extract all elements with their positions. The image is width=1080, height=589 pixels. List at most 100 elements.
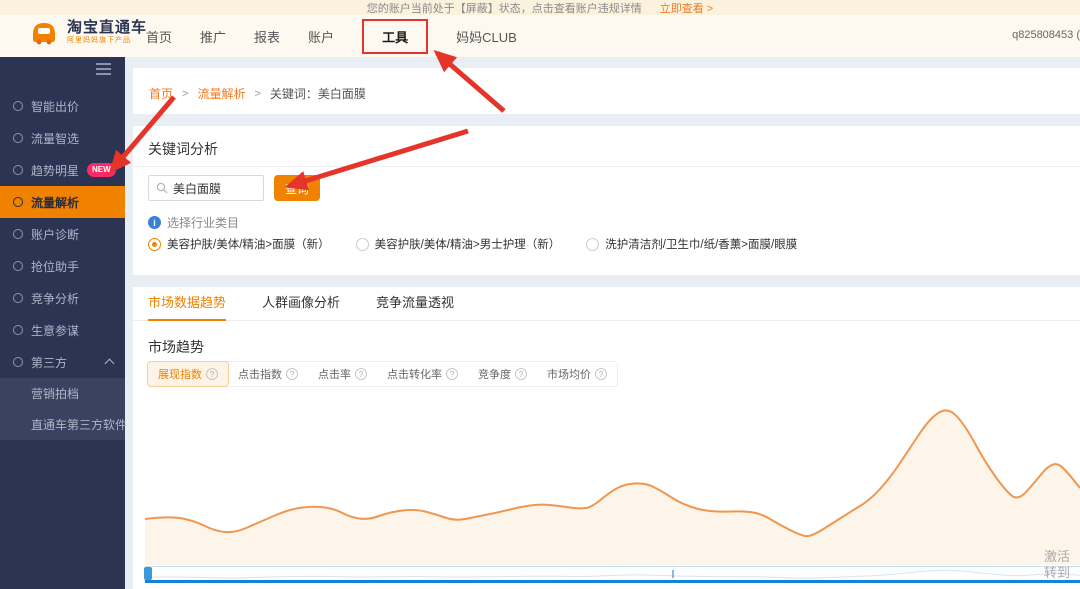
sidebar-item[interactable]: 抢位助手	[0, 250, 125, 282]
breadcrumb-link[interactable]: 流量解析	[197, 85, 245, 102]
radio-option[interactable]: 美容护肤/美体/精油>男士护理（新）	[356, 236, 561, 252]
sidebar-item-label: 抢位助手	[31, 258, 79, 275]
slider-mini-line	[145, 570, 1080, 578]
info-icon: i	[148, 216, 161, 229]
help-icon[interactable]: ?	[206, 368, 218, 380]
sidebar-list: 智能出价流量智选趋势明星NEW 流量解析账户诊断抢位助手竞争分析生意参谋第三方	[0, 90, 125, 378]
watermark-line1: 激活	[1044, 549, 1070, 565]
sidebar-item-active[interactable]: 流量解析	[0, 186, 125, 218]
slider-center-tick	[672, 570, 674, 578]
metric-item[interactable]: 点击转化率?	[377, 362, 468, 386]
notice-bar: 您的账户当前处于【屏蔽】状态，点击查看账户违规详情 立即查看 >	[0, 0, 1080, 15]
tab[interactable]: 竞争流量透视	[376, 287, 454, 321]
metric-item[interactable]: 市场均价?	[537, 362, 617, 386]
circle-icon	[13, 357, 23, 367]
account-id[interactable]: q825808453 (	[1012, 29, 1080, 41]
search-icon	[156, 182, 168, 194]
help-icon[interactable]: ?	[515, 368, 527, 380]
sidebar-item-label: 流量解析	[31, 194, 79, 211]
keyword-panel: 关键词分析 查询 i 选择行业类目 美容护肤/美体/精油>面膜（新）美容护肤/美…	[133, 126, 1080, 275]
panel-title: 关键词分析	[133, 126, 1080, 159]
market-card: 市场数据趋势人群画像分析竞争流量透视 市场趋势 展现指数?点击指数?点击率?点击…	[133, 287, 1080, 589]
query-button[interactable]: 查询	[274, 175, 320, 201]
category-radio-group: 美容护肤/美体/精油>面膜（新） 美容护肤/美体/精油>男士护理（新） 洗护清洁剂/…	[148, 236, 797, 252]
watermark: 激活 转到	[1044, 549, 1070, 581]
nav-item[interactable]: 报表	[254, 27, 280, 46]
circle-icon	[13, 325, 23, 335]
tab[interactable]: 人群画像分析	[262, 287, 340, 321]
chevron-up-icon	[105, 359, 115, 369]
nav-item[interactable]: 账户	[308, 27, 334, 46]
sidebar-item[interactable]: 流量智选	[0, 122, 125, 154]
radio-circle[interactable]	[356, 238, 369, 251]
app-header: 淘宝直通车 阿里妈妈旗下产品 首页 推广 报表 账户 工具 妈妈CLUB q8258084…	[0, 15, 1080, 57]
sidebar-item-label: 流量智选	[31, 130, 79, 147]
breadcrumb: 首页>流量解析>关键词：美白面膜	[133, 68, 1080, 102]
metric-item[interactable]: 竞争度?	[468, 362, 537, 386]
radio-label: 美容护肤/美体/精油>面膜（新）	[167, 236, 330, 252]
nav-item[interactable]: 首页	[146, 27, 172, 46]
metric-label: 点击率	[318, 366, 351, 382]
chart-area-fill	[145, 410, 1080, 565]
circle-icon	[13, 229, 23, 239]
help-icon[interactable]: ?	[286, 368, 298, 380]
train-icon	[28, 19, 60, 46]
search-box[interactable]	[148, 175, 264, 201]
metric-item[interactable]: 点击指数?	[228, 362, 308, 386]
radio-label: 美容护肤/美体/精油>男士护理（新）	[375, 236, 561, 252]
chart-canvas[interactable]	[145, 390, 1080, 565]
radio-option[interactable]: 美容护肤/美体/精油>面膜（新）	[148, 236, 330, 252]
sidebar-item[interactable]: 竞争分析	[0, 282, 125, 314]
sidebar-item[interactable]: 第三方	[0, 346, 125, 378]
search-row: 查询	[148, 175, 320, 201]
sidebar-item-label: 趋势明星	[31, 162, 79, 179]
circle-icon	[13, 133, 23, 143]
metric-item[interactable]: 点击率?	[308, 362, 377, 386]
sidebar-item[interactable]: 生意参谋	[0, 314, 125, 346]
notice-link[interactable]: 立即查看 >	[660, 0, 713, 16]
category-hint-row: i 选择行业类目	[148, 214, 239, 231]
sidebar-item-label: 智能出价	[31, 98, 79, 115]
slider-left-handle[interactable]	[144, 567, 152, 580]
section-title: 市场趋势	[148, 337, 204, 357]
sidebar-submenu-item[interactable]: 直通车第三方软件	[0, 409, 125, 440]
panel-divider	[133, 166, 1080, 167]
help-icon[interactable]: ?	[355, 368, 367, 380]
slider-selected-bar[interactable]	[145, 580, 1080, 583]
brand-name: 淘宝直通车	[67, 20, 147, 37]
help-icon[interactable]: ?	[595, 368, 607, 380]
metric-label: 点击指数	[238, 366, 282, 382]
sidebar-item-label: 账户诊断	[31, 226, 79, 243]
radio-circle[interactable]	[586, 238, 599, 251]
circle-icon	[13, 261, 23, 271]
breadcrumb-link[interactable]: 首页	[149, 85, 173, 102]
collapse-menu-icon[interactable]	[96, 68, 111, 70]
tab-active[interactable]: 市场数据趋势	[148, 287, 226, 321]
sidebar-item[interactable]: 智能出价	[0, 90, 125, 122]
trend-chart[interactable]	[145, 390, 1080, 565]
metric-item-active[interactable]: 展现指数?	[147, 361, 229, 387]
keyword-search-input[interactable]	[173, 181, 253, 195]
datazoom-slider[interactable]	[145, 566, 1080, 581]
nav-item[interactable]: 妈妈CLUB	[456, 27, 517, 46]
sidebar-item-label: 竞争分析	[31, 290, 79, 307]
breadcrumb-separator: >	[254, 88, 260, 100]
breadcrumb-separator: >	[182, 88, 188, 100]
notice-text: 您的账户当前处于【屏蔽】状态，点击查看账户违规详情	[367, 0, 642, 16]
help-icon[interactable]: ?	[446, 368, 458, 380]
sidebar-item[interactable]: 账户诊断	[0, 218, 125, 250]
brand-logo[interactable]: 淘宝直通车 阿里妈妈旗下产品	[28, 19, 147, 46]
sidebar: 智能出价流量智选趋势明星NEW 流量解析账户诊断抢位助手竞争分析生意参谋第三方 营…	[0, 56, 125, 589]
radio-option[interactable]: 洗护清洁剂/卫生巾/纸/香薰>面膜/眼膜	[586, 236, 797, 252]
sidebar-item-label: 生意参谋	[31, 322, 79, 339]
circle-icon	[13, 101, 23, 111]
metric-bar: 展现指数?点击指数?点击率?点击转化率?竞争度?市场均价?	[147, 361, 618, 387]
metric-label: 市场均价	[547, 366, 591, 382]
market-tabs: 市场数据趋势 人群画像分析 竞争流量透视	[133, 287, 1080, 321]
nav-item-tools[interactable]: 工具	[362, 19, 428, 54]
radio-circle[interactable]	[148, 238, 161, 251]
sidebar-submenu-item[interactable]: 营销拍档	[0, 378, 125, 409]
nav-item[interactable]: 推广	[200, 27, 226, 46]
sidebar-item[interactable]: 趋势明星NEW	[0, 154, 125, 186]
circle-icon	[13, 293, 23, 303]
